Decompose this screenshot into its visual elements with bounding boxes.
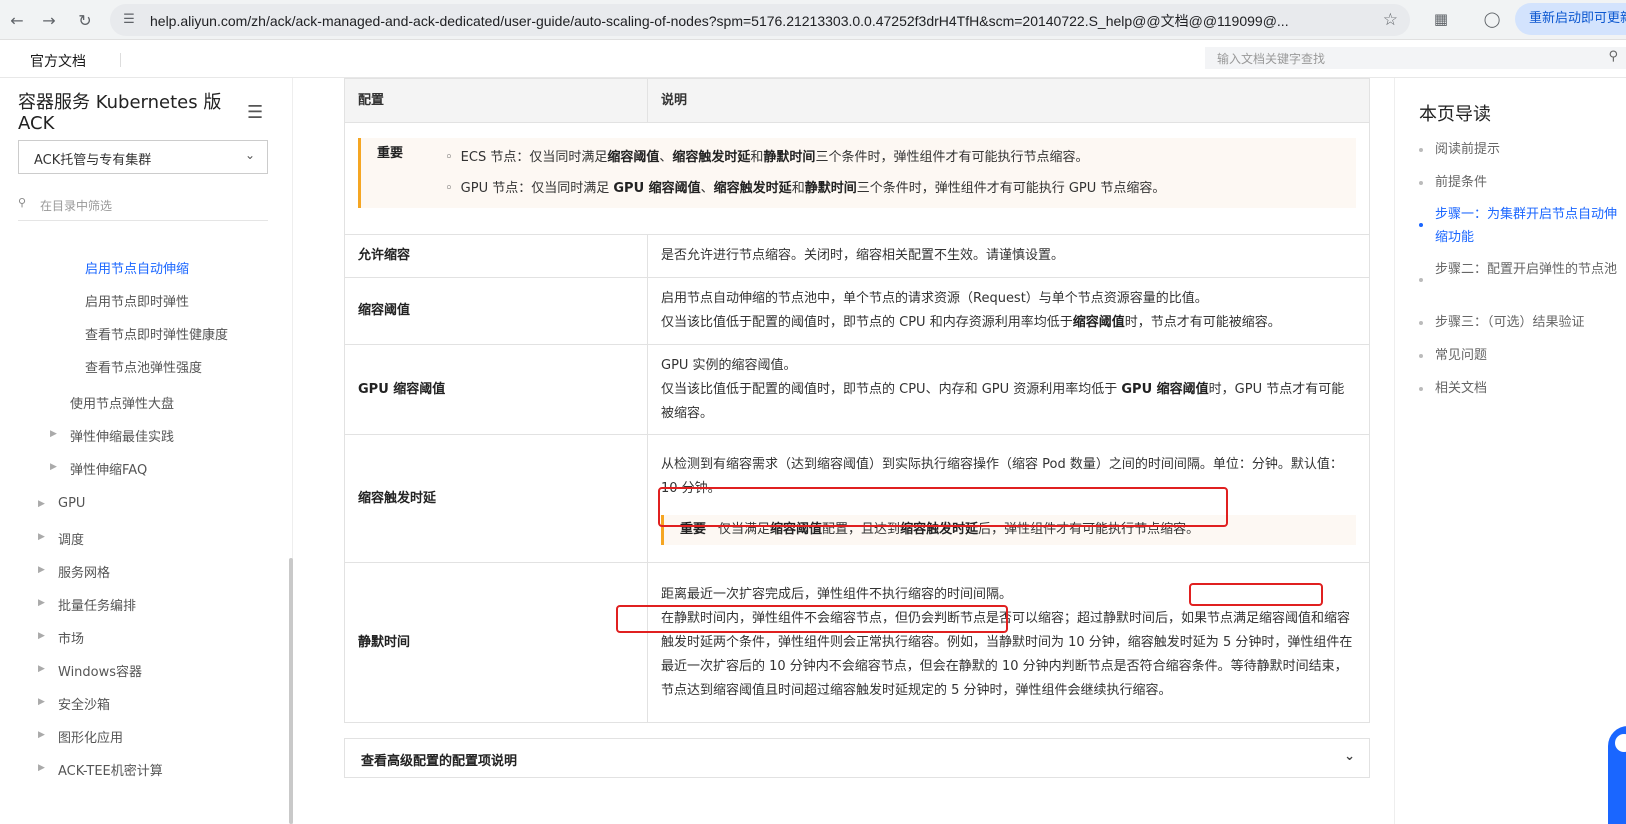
expand-triangle-icon[interactable]: ▶	[38, 499, 45, 509]
docs-topnav: 官方文档 输入文档关键字查找 ⚲	[0, 40, 1626, 78]
chevron-down-icon[interactable]: ⌄	[1344, 749, 1355, 764]
expand-triangle-icon[interactable]: ▶	[38, 730, 45, 740]
important-note: 重要 ECS 节点：仅当同时满足缩容阈值、缩容触发时延和静默时间三个条件时，弹性…	[358, 138, 1356, 208]
profile-icon[interactable]: ◯	[1481, 8, 1503, 30]
forward-icon[interactable]: →	[38, 10, 60, 32]
highlight-box-cooldown-a	[1189, 583, 1323, 606]
row-name-cooldown: 静默时间	[344, 562, 648, 723]
site-info-icon[interactable]: ☰	[120, 11, 138, 29]
sidebar-item-tee[interactable]: ACK-TEE机密计算	[58, 760, 163, 779]
sidebar-item-faq[interactable]: 弹性伸缩FAQ	[70, 459, 147, 478]
sidebar-item-graphical-apps[interactable]: 图形化应用	[58, 727, 123, 746]
expand-triangle-icon[interactable]: ▶	[38, 532, 45, 542]
table-row: GPU 缩容阈值 GPU 实例的缩容阈值。 仅当该比值低于配置的阈值时，即节点的…	[344, 344, 1370, 435]
sidebar-item-market[interactable]: 市场	[58, 628, 84, 647]
expand-triangle-icon[interactable]: ▶	[38, 697, 45, 707]
support-avatar-icon	[1613, 732, 1626, 754]
note-label: 重要	[377, 146, 404, 161]
expand-triangle-icon[interactable]: ▶	[38, 565, 45, 575]
table-header-row: 配置 说明	[344, 78, 1370, 123]
row-name-threshold: 缩容阈值	[344, 277, 648, 345]
highlight-box-cooldown-b	[616, 605, 1008, 633]
online-support-widget[interactable]	[1608, 726, 1626, 824]
sidebar-item-windows[interactable]: Windows容器	[58, 661, 142, 680]
expand-triangle-icon[interactable]: ▶	[50, 462, 57, 472]
page-toc: 本页导读 阅读前提示 前提条件 步骤一：为集群开启节点自动伸缩功能 步骤二：配置…	[1394, 78, 1626, 824]
toc-item-step2[interactable]: 步骤二：配置开启弹性的节点池	[1419, 258, 1619, 282]
sidebar-scrollbar[interactable]	[289, 558, 293, 824]
table-row: 允许缩容 是否允许进行节点缩容。关闭时，缩容相关配置不生效。请谨慎设置。	[344, 234, 1370, 278]
cluster-type-select[interactable]: ACK托管与专有集群 ⌄	[18, 140, 268, 174]
table-row: 缩容阈值 启用节点自动伸缩的节点池中，单个节点的请求资源（Request）与单个…	[344, 277, 1370, 345]
sidebar-item-elasticity-dashboard[interactable]: 使用节点弹性大盘	[70, 393, 174, 412]
back-icon[interactable]: ←	[6, 10, 28, 32]
header-description: 说明	[647, 78, 1370, 123]
sidebar-item-best-practices[interactable]: 弹性伸缩最佳实践	[70, 426, 174, 445]
row-name-delay: 缩容触发时延	[344, 434, 648, 563]
toc-item-faq[interactable]: 常见问题	[1419, 344, 1619, 367]
doc-sidebar: 容器服务 Kubernetes 版 ACK ☰ ACK托管与专有集群 ⌄ ⚲ 在…	[0, 78, 293, 824]
expand-triangle-icon[interactable]: ▶	[50, 429, 57, 439]
row-name-gpu-threshold: GPU 缩容阈值	[344, 344, 648, 435]
row-desc-gpu-threshold: GPU 实例的缩容阈值。 仅当该比值低于配置的阈值时，即节点的 CPU、内存和 …	[647, 344, 1370, 435]
reload-icon[interactable]: ↻	[74, 10, 96, 32]
address-bar[interactable]: ☰ help.aliyun.com/zh/ack/ack-managed-and…	[110, 4, 1410, 36]
docs-title-link[interactable]: 官方文档	[30, 51, 86, 71]
menu-icon[interactable]: ☰	[247, 102, 265, 123]
toc-item-pre-read[interactable]: 阅读前提示	[1419, 138, 1619, 161]
bookmark-star-icon[interactable]: ☆	[1383, 10, 1398, 30]
note-ecs: ECS 节点：仅当同时满足缩容阈值、缩容触发时延和静默时间三个条件时，弹性组件才…	[445, 142, 1342, 173]
sidebar-item-sandbox[interactable]: 安全沙箱	[58, 694, 110, 713]
sidebar-item-nodepool-strength[interactable]: 查看节点池弹性强度	[85, 357, 202, 376]
sidebar-item-enable-autoscaling[interactable]: 启用节点自动伸缩	[85, 258, 189, 277]
doc-search-input[interactable]: 输入文档关键字查找 ⚲	[1205, 47, 1626, 69]
row-desc-allow: 是否允许进行节点缩容。关闭时，缩容相关配置不生效。请谨慎设置。	[647, 234, 1370, 278]
product-title: 容器服务 Kubernetes 版 ACK	[18, 92, 222, 134]
note-gpu: GPU 节点：仅当同时满足 GPU 缩容阈值、缩容触发时延和静默时间三个条件时，…	[445, 173, 1342, 204]
sidebar-item-elasticity-health[interactable]: 查看节点即时弹性健康度	[85, 324, 228, 343]
advanced-config-expander[interactable]: 查看高级配置的配置项说明 ⌄	[344, 738, 1370, 778]
sidebar-item-service-mesh[interactable]: 服务网格	[58, 562, 110, 581]
extensions-icon[interactable]: ▦	[1430, 8, 1452, 30]
toc-item-related-docs[interactable]: 相关文档	[1419, 377, 1619, 400]
advanced-config-label: 查看高级配置的配置项说明	[361, 754, 518, 769]
chevron-down-icon: ⌄	[244, 148, 255, 162]
sidebar-item-instant-elasticity[interactable]: 启用节点即时弹性	[85, 291, 189, 310]
toc-item-step3[interactable]: 步骤三：（可选）结果验证	[1419, 311, 1619, 334]
search-icon: ⚲	[18, 196, 27, 209]
search-icon[interactable]: ⚲	[1608, 49, 1618, 64]
doc-search-placeholder: 输入文档关键字查找	[1217, 52, 1326, 66]
expand-triangle-icon[interactable]: ▶	[38, 598, 45, 608]
row-name-allow: 允许缩容	[344, 234, 648, 278]
expand-triangle-icon[interactable]: ▶	[38, 631, 45, 641]
browser-toolbar: ← → ↻ ☰ help.aliyun.com/zh/ack/ack-manag…	[0, 0, 1626, 40]
toc-filter-placeholder: 在目录中筛选	[40, 199, 113, 213]
row-desc-threshold: 启用节点自动伸缩的节点池中，单个节点的请求资源（Request）与单个节点资源容…	[647, 277, 1370, 345]
sidebar-item-batch-jobs[interactable]: 批量任务编排	[58, 595, 136, 614]
main-content: 配置 说明 重要 ECS 节点：仅当同时满足缩容阈值、缩容触发时延和静默时间三个…	[294, 78, 1394, 824]
topnav-divider	[120, 53, 121, 67]
sidebar-item-gpu[interactable]: GPU	[58, 496, 85, 511]
toc-title: 本页导读	[1419, 104, 1491, 125]
cluster-type-value: ACK托管与专有集群	[34, 153, 152, 168]
expand-triangle-icon[interactable]: ▶	[38, 664, 45, 674]
table-row: 重要 ECS 节点：仅当同时满足缩容阈值、缩容触发时延和静默时间三个条件时，弹性…	[344, 122, 1370, 235]
url-text[interactable]: help.aliyun.com/zh/ack/ack-managed-and-a…	[150, 11, 1370, 31]
sidebar-item-scheduling[interactable]: 调度	[58, 529, 84, 548]
toc-item-step1[interactable]: 步骤一：为集群开启节点自动伸缩功能	[1419, 203, 1619, 249]
toc-filter-input[interactable]: ⚲ 在目录中筛选	[18, 193, 268, 221]
restart-update-button[interactable]: 重新启动即可更新	[1515, 3, 1626, 35]
highlight-box-delay-note	[658, 487, 1228, 527]
expand-triangle-icon[interactable]: ▶	[38, 763, 45, 773]
toc-item-prerequisites[interactable]: 前提条件	[1419, 171, 1619, 194]
header-config: 配置	[344, 78, 648, 123]
